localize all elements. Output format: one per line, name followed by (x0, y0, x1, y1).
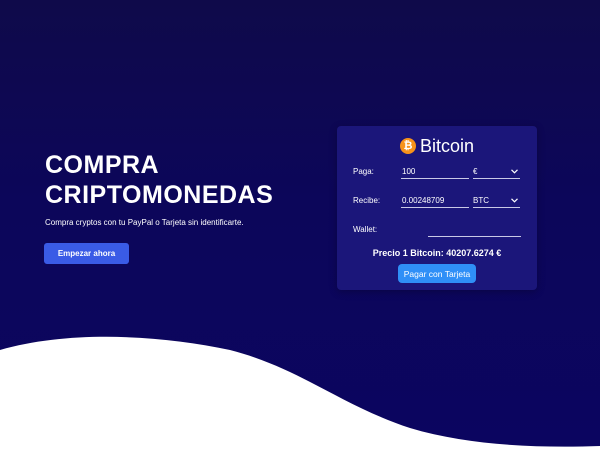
wallet-label: Wallet: (353, 225, 378, 234)
receive-amount-field[interactable]: 0.00248709 (401, 194, 469, 208)
pay-with-card-button[interactable]: Pagar con Tarjeta (398, 264, 476, 283)
bitcoin-price: Precio 1 Bitcoin: 40207.6274 € (372, 248, 502, 258)
hero-title-line1: COMPRA (45, 151, 160, 179)
hero-subtitle: Compra cryptos con tu PayPal o Tarjeta s… (45, 218, 244, 227)
receive-amount-value: 0.00248709 (402, 196, 445, 205)
hero-title: COMPRA CRIPTOMONEDAS (45, 150, 305, 210)
chevron-down-icon (511, 165, 518, 178)
pay-currency-select[interactable]: € (473, 165, 520, 179)
wallet-input[interactable] (428, 223, 521, 237)
landing-page: COMPRA CRIPTOMONEDAS Compra cryptos con … (0, 0, 600, 450)
pay-label: Paga: (353, 167, 374, 176)
widget-title: Bitcoin (419, 135, 475, 156)
pay-amount-field[interactable]: 100 (401, 165, 469, 179)
chevron-down-icon (511, 194, 518, 207)
start-now-button[interactable]: Empezar ahora (44, 243, 129, 264)
receive-currency-value: BTC (473, 196, 489, 205)
purchase-widget: ₿ Bitcoin Paga: 100 € Recibe: 0.00248709… (337, 126, 537, 290)
receive-label: Recibe: (353, 196, 381, 205)
pay-currency-value: € (473, 167, 478, 176)
receive-currency-select[interactable]: BTC (473, 194, 520, 208)
pay-amount-value: 100 (402, 167, 416, 176)
widget-header: ₿ Bitcoin (337, 134, 537, 158)
wallet-value (428, 225, 429, 234)
hero-title-line2: CRIPTOMONEDAS (45, 181, 274, 209)
bitcoin-icon: ₿ (399, 138, 416, 154)
